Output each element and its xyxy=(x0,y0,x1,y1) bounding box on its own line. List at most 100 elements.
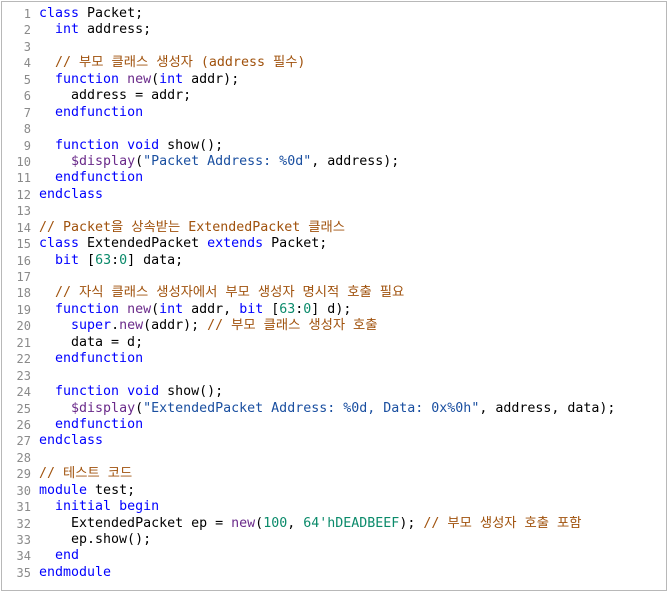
code-token: ] data; xyxy=(127,252,184,268)
code-line[interactable]: 21 data = d; xyxy=(2,335,666,351)
line-text xyxy=(31,269,39,285)
code-line[interactable]: 34 end xyxy=(2,548,666,564)
line-number: 5 xyxy=(23,72,31,87)
code-token: ExtendedPacket ep = xyxy=(39,515,232,531)
code-token: super xyxy=(71,318,112,334)
code-token: Packet; xyxy=(79,6,144,21)
code-token: bit xyxy=(239,301,264,317)
code-token: addr, xyxy=(183,301,240,317)
code-token: endmodule xyxy=(39,564,112,580)
code-token: data = d; xyxy=(39,334,144,350)
line-text xyxy=(31,39,39,55)
code-line[interactable]: 29 // 테스트 코드 xyxy=(2,466,666,482)
code-line[interactable]: 10 $display("Packet Address: %0d", addre… xyxy=(2,154,666,170)
code-area[interactable]: 1 class Packet; 2 int address; 3 4 // 부모 클래스… xyxy=(2,6,666,581)
code-line[interactable]: 17 xyxy=(2,269,666,285)
code-line[interactable]: 8 xyxy=(2,121,666,137)
line-number: 11 xyxy=(16,171,31,186)
line-number: 8 xyxy=(23,122,31,137)
code-line[interactable]: 5 function new(int addr); xyxy=(2,72,666,88)
code-line[interactable]: 7 endfunction xyxy=(2,105,666,121)
line-number: 30 xyxy=(16,483,31,498)
code-line[interactable]: 2 int address; xyxy=(2,22,666,38)
code-line[interactable]: 27 endclass xyxy=(2,433,666,449)
line-text: int address; xyxy=(31,22,151,38)
code-token: begin xyxy=(119,499,160,515)
line-number: 25 xyxy=(16,401,31,416)
line-number: 34 xyxy=(16,549,31,564)
code-token: class xyxy=(39,6,80,21)
code-token: class xyxy=(39,236,80,252)
code-token: ( xyxy=(151,301,160,317)
code-line[interactable]: 9 function void show(); xyxy=(2,138,666,154)
code-line[interactable]: 3 xyxy=(2,39,666,55)
code-token: function xyxy=(55,71,120,87)
code-line[interactable]: 26 endfunction xyxy=(2,417,666,433)
code-line[interactable]: 18 // 자식 클래스 생성자에서 부모 생성자 명시적 호출 필요 xyxy=(2,285,666,301)
line-number: 33 xyxy=(16,533,31,547)
code-line[interactable]: 24 function void show(); xyxy=(2,384,666,400)
code-token: new xyxy=(119,318,144,334)
line-number: 3 xyxy=(23,39,31,54)
code-token: extends xyxy=(207,236,264,252)
code-line[interactable]: 1 class Packet; xyxy=(2,6,666,22)
line-text: super.new(addr); // 부모 클래스 생성자 호출 xyxy=(31,318,378,334)
code-line[interactable]: 20 super.new(addr); // 부모 클래스 생성자 호출 xyxy=(2,318,666,334)
code-token: new xyxy=(127,71,152,87)
code-token: function xyxy=(55,301,120,317)
code-line[interactable]: 25 $display("ExtendedPacket Address: %0d… xyxy=(2,401,666,417)
code-line[interactable]: 32 ExtendedPacket ep = new(100, 64'hDEAD… xyxy=(2,516,666,532)
code-line[interactable]: 23 xyxy=(2,368,666,384)
code-line[interactable]: 16 bit [63:0] data; xyxy=(2,253,666,269)
code-line[interactable]: 15 class ExtendedPacket extends Packet; xyxy=(2,236,666,252)
code-token: int xyxy=(55,22,80,38)
code-token: 63 xyxy=(279,301,296,317)
code-token: function xyxy=(55,384,120,400)
code-token: endfunction xyxy=(55,351,144,367)
code-line[interactable]: 33 ep.show(); xyxy=(2,532,666,548)
code-token: end xyxy=(55,548,80,564)
line-text xyxy=(31,368,39,384)
line-text: // 부모 클래스 생성자 (address 필수) xyxy=(31,55,305,71)
code-token: new xyxy=(231,515,256,531)
code-token: ( xyxy=(135,153,144,169)
line-text: endfunction xyxy=(31,351,143,367)
code-line[interactable]: 35 endmodule xyxy=(2,565,666,581)
code-token: endfunction xyxy=(55,416,144,432)
line-text: ExtendedPacket ep = new(100, 64'hDEADBEE… xyxy=(31,516,581,532)
line-text: endfunction xyxy=(31,417,143,433)
code-line[interactable]: 13 xyxy=(2,203,666,219)
code-token: address = addr; xyxy=(39,88,192,104)
code-line[interactable]: 14 // Packet을 상속받는 ExtendedPacket 클래스 xyxy=(2,220,666,236)
line-number: 32 xyxy=(16,516,31,531)
code-line[interactable]: 30 module test; xyxy=(2,483,666,499)
code-line[interactable]: 11 endfunction xyxy=(2,170,666,186)
line-number: 15 xyxy=(16,237,31,252)
code-line[interactable]: 28 xyxy=(2,450,666,466)
code-editor[interactable]: 1 class Packet; 2 int address; 3 4 // 부모 클래스… xyxy=(1,1,667,591)
code-line[interactable]: 12 endclass xyxy=(2,187,666,203)
code-line[interactable]: 22 endfunction xyxy=(2,351,666,367)
code-token: 0 xyxy=(119,252,128,268)
code-line[interactable]: 6 address = addr; xyxy=(2,88,666,104)
code-token: endclass xyxy=(39,186,104,202)
code-token: void xyxy=(127,137,160,153)
code-line[interactable]: 31 initial begin xyxy=(2,499,666,515)
line-text: function new(int addr, bit [63:0] d); xyxy=(31,302,351,318)
line-text: initial begin xyxy=(31,499,159,515)
code-line[interactable]: 4 // 부모 클래스 생성자 (address 필수) xyxy=(2,55,666,71)
code-line[interactable]: 19 function new(int addr, bit [63:0] d); xyxy=(2,302,666,318)
line-number: 14 xyxy=(16,220,31,235)
line-text: $display("Packet Address: %0d", address)… xyxy=(31,154,399,170)
